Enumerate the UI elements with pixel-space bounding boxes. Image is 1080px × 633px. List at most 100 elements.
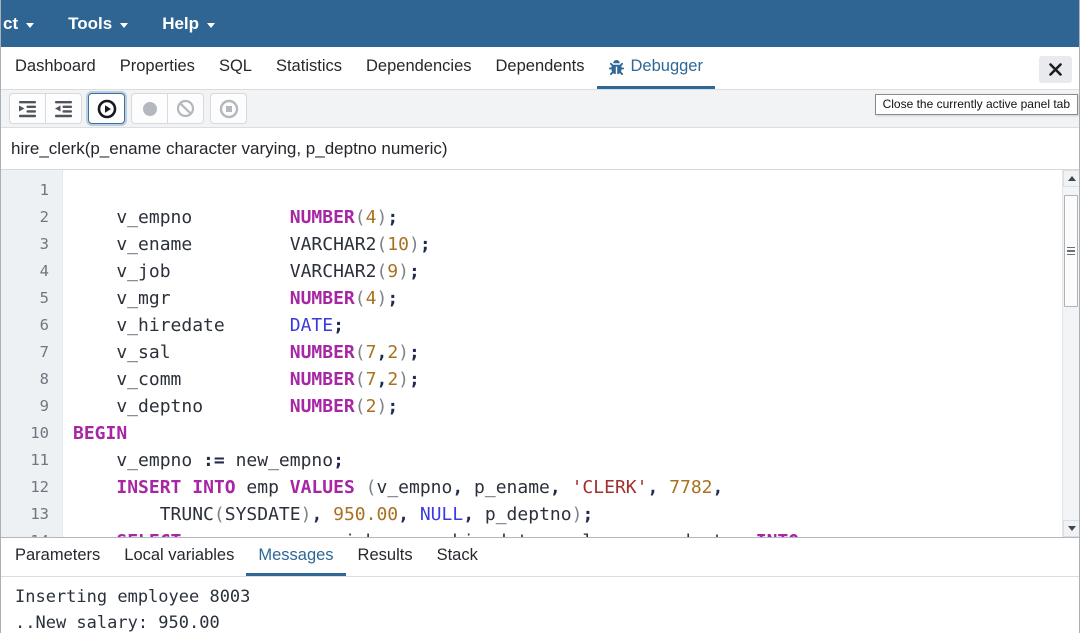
line-number[interactable]: 9 xyxy=(1,393,49,420)
token-par: ( xyxy=(355,396,366,417)
menu-tools-label: Tools xyxy=(68,14,112,34)
token-pl: v_hiredate xyxy=(73,315,290,336)
tab-dependents[interactable]: Dependents xyxy=(484,47,597,89)
code-line[interactable]: v_hiredate DATE; xyxy=(73,312,1079,339)
code-line[interactable]: v_sal NUMBER(7,2); xyxy=(73,339,1079,366)
token-par: ) xyxy=(376,207,387,228)
line-number[interactable]: 10 xyxy=(1,420,49,447)
token-pun: ; xyxy=(582,504,593,525)
code-line[interactable]: v_job VARCHAR2(9); xyxy=(73,258,1079,285)
tab-label: SQL xyxy=(219,57,252,76)
menu-object-label: ct xyxy=(3,14,18,34)
token-pl xyxy=(409,504,420,525)
code-line[interactable]: BEGIN xyxy=(73,420,1079,447)
line-number-gutter[interactable]: 1234567891011121314 xyxy=(1,170,63,537)
tab-messages[interactable]: Messages xyxy=(246,538,345,576)
menu-tools[interactable]: Tools xyxy=(68,14,128,34)
token-kw: NUMBER xyxy=(290,369,355,390)
code-area[interactable]: v_empno NUMBER(4); v_ename VARCHAR2(10);… xyxy=(63,170,1079,537)
toolbar-button-group xyxy=(131,93,204,124)
token-pl xyxy=(658,477,669,498)
token-pl: v_mgr xyxy=(73,288,290,309)
step-over-button[interactable] xyxy=(45,93,82,124)
tab-label: Stack xyxy=(437,546,478,565)
scroll-down-button[interactable] xyxy=(1063,520,1079,537)
step-into-button[interactable] xyxy=(9,93,46,124)
token-num: 2 xyxy=(366,396,377,417)
token-kw: INTO xyxy=(756,531,799,537)
token-par: ) xyxy=(398,342,409,363)
tab-statistics[interactable]: Statistics xyxy=(264,47,354,89)
menu-object[interactable]: ct xyxy=(3,14,34,34)
token-kw: SELECT xyxy=(116,531,181,537)
toggle-breakpoint-button[interactable] xyxy=(131,93,168,124)
code-line[interactable]: INSERT INTO emp VALUES (v_empno, p_ename… xyxy=(73,474,1079,501)
token-pun: , xyxy=(376,369,387,390)
code-line[interactable] xyxy=(73,177,1079,204)
code-line[interactable]: SELECT empno, ename, job, mgr, hiredate,… xyxy=(73,528,1079,537)
token-par: ( xyxy=(214,504,225,525)
caret-down-icon xyxy=(120,23,128,28)
line-number[interactable]: 6 xyxy=(1,312,49,339)
tab-dependencies[interactable]: Dependencies xyxy=(354,47,484,89)
token-pl xyxy=(181,477,192,498)
editor-scrollbar[interactable] xyxy=(1062,170,1079,537)
line-number[interactable]: 8 xyxy=(1,366,49,393)
token-pl xyxy=(561,477,572,498)
token-num: 10 xyxy=(387,234,409,255)
scrollbar-thumb[interactable] xyxy=(1064,195,1078,307)
stop-icon xyxy=(219,99,239,119)
token-pun: , xyxy=(398,504,409,525)
tab-sql[interactable]: SQL xyxy=(207,47,264,89)
token-pl: emp xyxy=(236,477,290,498)
token-num: 4 xyxy=(366,288,377,309)
clear-all-breakpoints-button[interactable] xyxy=(167,93,204,124)
tab-debugger[interactable]: Debugger xyxy=(597,47,715,89)
tab-stack[interactable]: Stack xyxy=(425,538,490,576)
code-line[interactable]: TRUNC(SYSDATE), 950.00, NULL, p_deptno); xyxy=(73,501,1079,528)
line-number[interactable]: 1 xyxy=(1,177,49,204)
token-kw: BEGIN xyxy=(73,423,127,444)
code-line[interactable]: v_comm NUMBER(7,2); xyxy=(73,366,1079,393)
code-line[interactable]: v_ename VARCHAR2(10); xyxy=(73,231,1079,258)
tab-local-variables[interactable]: Local variables xyxy=(112,538,246,576)
token-pun: ; xyxy=(333,315,344,336)
token-num: 7 xyxy=(366,342,377,363)
tab-results[interactable]: Results xyxy=(346,538,425,576)
tab-label: Statistics xyxy=(276,57,342,76)
scroll-up-button[interactable] xyxy=(1063,170,1079,187)
tab-parameters[interactable]: Parameters xyxy=(3,538,112,576)
line-number[interactable]: 5 xyxy=(1,285,49,312)
code-line[interactable]: v_empno := new_empno; xyxy=(73,447,1079,474)
tab-properties[interactable]: Properties xyxy=(108,47,207,89)
code-editor[interactable]: 1234567891011121314 v_empno NUMBER(4); v… xyxy=(1,170,1079,537)
line-number[interactable]: 11 xyxy=(1,447,49,474)
line-number[interactable]: 12 xyxy=(1,474,49,501)
messages-output: Inserting employee 8003..New salary: 950… xyxy=(1,577,1079,633)
code-line[interactable]: v_empno NUMBER(4); xyxy=(73,204,1079,231)
token-kw: VALUES xyxy=(290,477,355,498)
tab-label: Properties xyxy=(120,57,195,76)
token-pun: ; xyxy=(387,396,398,417)
stop-button[interactable] xyxy=(210,93,247,124)
close-panel-button[interactable] xyxy=(1039,56,1072,83)
menu-help[interactable]: Help xyxy=(162,14,215,34)
line-number[interactable]: 14 xyxy=(1,528,49,537)
tab-dashboard[interactable]: Dashboard xyxy=(3,47,108,89)
token-num: 2 xyxy=(387,369,398,390)
menu-help-label: Help xyxy=(162,14,199,34)
line-number[interactable]: 3 xyxy=(1,231,49,258)
line-number[interactable]: 13 xyxy=(1,501,49,528)
token-par: ( xyxy=(376,234,387,255)
line-number[interactable]: 2 xyxy=(1,204,49,231)
message-line: Inserting employee 8003 xyxy=(15,584,1079,610)
line-number[interactable]: 7 xyxy=(1,339,49,366)
token-pun: ; xyxy=(387,288,398,309)
continue-button[interactable] xyxy=(88,93,125,124)
code-line[interactable]: v_deptno NUMBER(2); xyxy=(73,393,1079,420)
token-num: 4 xyxy=(366,207,377,228)
tab-label: Dependencies xyxy=(366,57,472,76)
line-number[interactable]: 4 xyxy=(1,258,49,285)
code-line[interactable]: v_mgr NUMBER(4); xyxy=(73,285,1079,312)
token-pun: , xyxy=(376,342,387,363)
